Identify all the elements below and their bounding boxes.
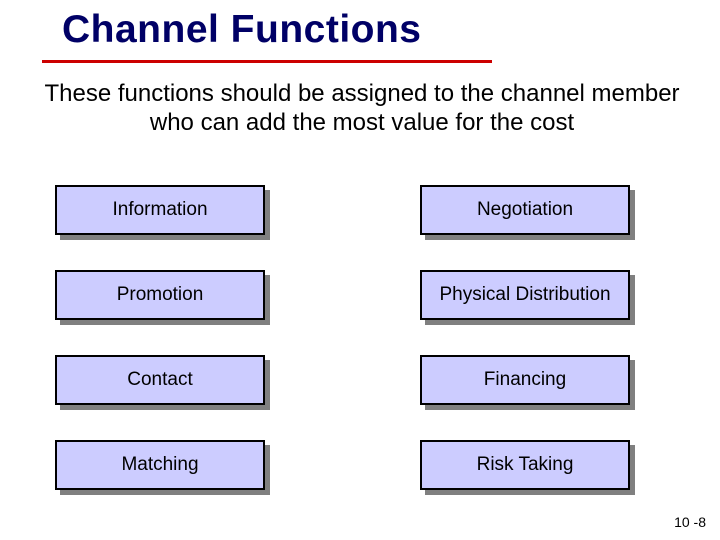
slide-subtitle: These functions should be assigned to th…	[44, 80, 680, 138]
function-box-financing: Financing	[420, 355, 630, 405]
box-label: Negotiation	[420, 185, 630, 235]
function-box-risk-taking: Risk Taking	[420, 440, 630, 490]
slide-title: Channel Functions	[62, 8, 422, 52]
function-box-negotiation: Negotiation	[420, 185, 630, 235]
box-label: Physical Distribution	[420, 270, 630, 320]
function-box-matching: Matching	[55, 440, 265, 490]
slide: Channel Functions These functions should…	[0, 0, 720, 540]
function-box-information: Information	[55, 185, 265, 235]
page-number: 10 -8	[674, 514, 706, 530]
box-label: Risk Taking	[420, 440, 630, 490]
box-label: Contact	[55, 355, 265, 405]
function-grid: Information Negotiation Promotion Physic…	[55, 185, 675, 490]
function-box-contact: Contact	[55, 355, 265, 405]
box-label: Matching	[55, 440, 265, 490]
function-box-promotion: Promotion	[55, 270, 265, 320]
box-label: Financing	[420, 355, 630, 405]
function-box-physical-distribution: Physical Distribution	[420, 270, 630, 320]
title-underline	[42, 60, 492, 63]
box-label: Promotion	[55, 270, 265, 320]
box-label: Information	[55, 185, 265, 235]
